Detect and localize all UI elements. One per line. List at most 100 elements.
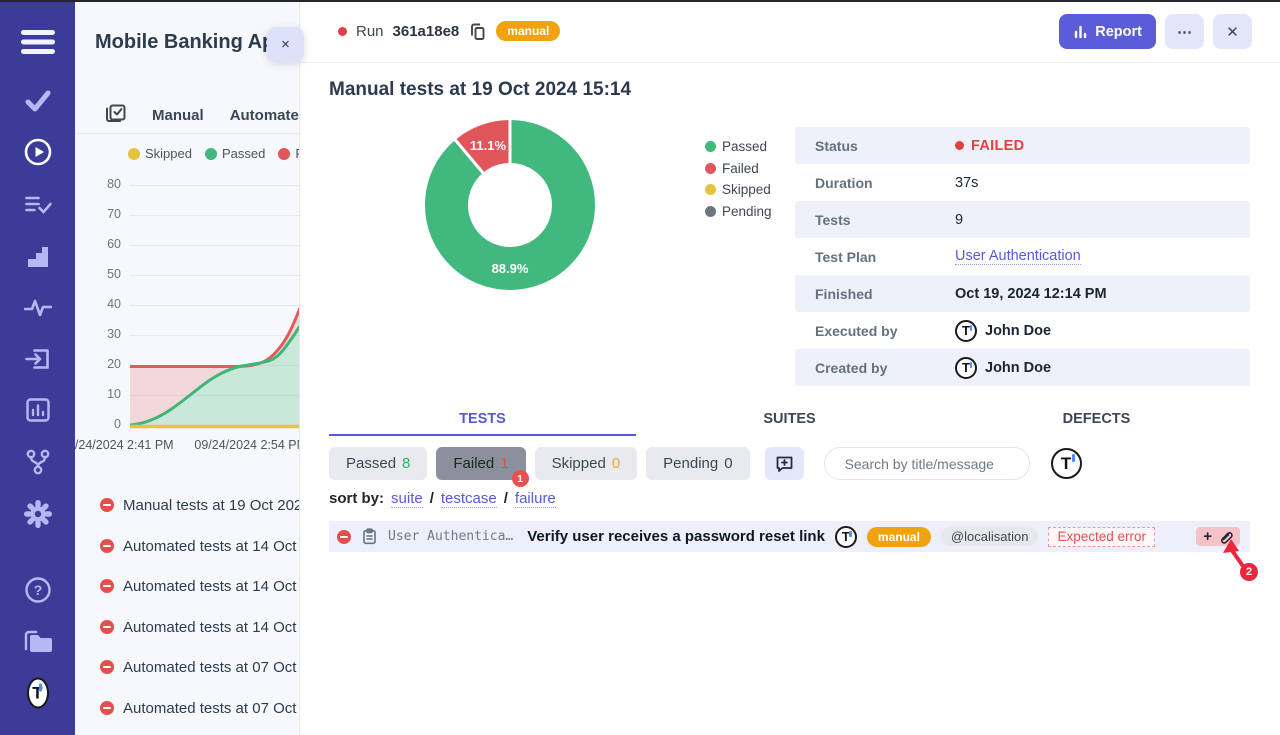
table-row: Finished Oct 19, 2024 12:14 PM	[795, 275, 1250, 312]
tab-manual[interactable]: Manual	[152, 107, 204, 124]
tab-tests[interactable]: TESTS	[329, 404, 636, 436]
failed-dot	[705, 163, 716, 174]
legend-failed: Failed	[722, 161, 759, 176]
sort-bar: sort by: suite/ testcase/ failure	[329, 490, 556, 508]
test-plan-link[interactable]: User Authentication	[955, 248, 1081, 265]
run-list-item[interactable]: Automated tests at 14 Oct 2024	[75, 574, 300, 598]
results-tabs: TESTS SUITES DEFECTS	[329, 404, 1250, 436]
failed-run-icon	[100, 579, 114, 593]
status-badge: FAILED	[971, 138, 1024, 154]
add-comment-button[interactable]	[765, 447, 804, 480]
search-input[interactable]	[845, 456, 1026, 472]
activity-icon[interactable]	[24, 297, 52, 319]
failed-percent-label: 11.1%	[470, 138, 507, 153]
failed-status-dot	[338, 27, 347, 36]
annotation-step-badge: 2	[1240, 563, 1258, 581]
table-row: Status FAILED	[795, 127, 1250, 164]
app-sidebar: ? T	[0, 0, 75, 735]
add-icon[interactable]: +	[1203, 529, 1212, 544]
copy-icon[interactable]	[468, 22, 487, 41]
x-axis-label-start: 09/24/2024 2:41 PM	[75, 438, 174, 452]
run-label: Run	[356, 23, 384, 40]
run-list-item[interactable]: Automated tests at 14 Oct 2024	[75, 534, 300, 558]
passed-dot	[205, 148, 217, 160]
user-avatar: T	[955, 320, 977, 342]
created-by-value: John Doe	[985, 360, 1051, 376]
sort-by-suite[interactable]: suite	[391, 490, 423, 508]
y-tick: 60	[75, 237, 121, 251]
skipped-dot	[705, 184, 716, 195]
y-tick: 10	[75, 387, 121, 401]
test-title[interactable]: Verify user receives a password reset li…	[527, 528, 825, 545]
projects-icon[interactable]	[23, 629, 53, 655]
milestones-icon[interactable]	[25, 244, 51, 270]
failed-count-badge: 1	[512, 470, 529, 487]
select-runs-icon[interactable]	[105, 102, 126, 128]
test-tag[interactable]: @localisation	[941, 527, 1039, 546]
run-type-badge: manual	[496, 21, 560, 41]
close-run-button[interactable]: ✕	[1213, 14, 1252, 49]
legend-skipped: Skipped	[145, 146, 192, 161]
failed-test-icon	[337, 530, 351, 544]
branches-icon[interactable]	[24, 449, 51, 476]
run-list-item[interactable]: Automated tests at 14 Oct 2024	[75, 615, 300, 639]
y-tick: 30	[75, 327, 121, 341]
table-row: Duration 37s	[795, 164, 1250, 201]
menu-icon[interactable]	[21, 29, 55, 55]
donut-legend: Passed Failed Skipped Pending	[705, 136, 772, 222]
filter-skipped[interactable]: Skipped0	[535, 447, 638, 480]
finished-value: Oct 19, 2024 12:14 PM	[955, 286, 1107, 302]
failed-run-icon	[100, 498, 114, 512]
failed-run-icon	[100, 701, 114, 715]
legend-skipped: Skipped	[722, 182, 771, 197]
failed-run-icon	[100, 620, 114, 634]
run-detail-view: Run 361a18e8 manual Report ⋯ ✕ Manual te…	[300, 0, 1280, 735]
sort-by-testcase[interactable]: testcase	[441, 490, 497, 508]
report-button[interactable]: Report	[1059, 14, 1156, 49]
suite-name[interactable]: User Authentica…	[388, 529, 513, 544]
table-row: Created by TJohn Doe	[795, 349, 1250, 386]
filter-pending[interactable]: Pending0	[646, 447, 749, 480]
test-result-row[interactable]: User Authentica… Verify user receives a …	[329, 521, 1250, 552]
run-list-item[interactable]: Automated tests at 07 Oct 2024	[75, 696, 300, 720]
settings-icon[interactable]	[24, 500, 52, 528]
clipboard-icon	[361, 528, 378, 545]
run-list-item[interactable]: Manual tests at 19 Oct 2024	[75, 493, 300, 517]
sort-by-failure[interactable]: failure	[515, 490, 556, 508]
import-icon[interactable]	[24, 346, 51, 373]
tab-defects[interactable]: DEFECTS	[943, 404, 1250, 436]
svg-text:?: ?	[33, 582, 42, 598]
x-axis-label-end: 09/24/2024 2:54 PM	[194, 438, 300, 452]
tab-automated[interactable]: Automated	[230, 107, 300, 124]
panel-close-button[interactable]: ×	[267, 27, 304, 62]
failed-run-icon	[100, 539, 114, 553]
tab-suites[interactable]: SUITES	[636, 404, 943, 436]
y-tick: 70	[75, 207, 121, 221]
checks-icon[interactable]	[24, 89, 52, 113]
comment-plus-icon	[775, 454, 794, 473]
legend-passed: Passed	[222, 146, 265, 161]
legend-failed: Failed	[295, 146, 300, 161]
play-circle-icon[interactable]	[24, 138, 52, 166]
filter-passed[interactable]: Passed8	[329, 447, 427, 480]
assignee-avatar-filter[interactable]: T	[1051, 448, 1082, 479]
project-panel: Mobile Banking App Manual Automated Skip…	[75, 0, 300, 735]
executed-by-value: John Doe	[985, 323, 1051, 339]
error-badge[interactable]: Expected error	[1048, 527, 1155, 547]
pending-dot	[705, 206, 716, 217]
status-filters: Passed8 Failed11 Skipped0 Pending0 T	[329, 447, 1082, 480]
more-button[interactable]: ⋯	[1165, 14, 1204, 49]
reports-icon[interactable]	[25, 397, 51, 423]
results-donut-chart: 11.1% 88.9%	[413, 110, 608, 305]
user-avatar[interactable]: T	[27, 678, 49, 709]
filter-failed[interactable]: Failed11	[436, 447, 525, 480]
failed-dot	[278, 148, 290, 160]
trend-area-chart	[130, 182, 300, 429]
test-plans-icon[interactable]	[24, 193, 51, 217]
close-icon: ✕	[1226, 23, 1239, 41]
help-icon[interactable]: ?	[24, 576, 52, 604]
run-list-item[interactable]: Automated tests at 07 Oct 2024	[75, 655, 300, 679]
table-row: Executed by TJohn Doe	[795, 312, 1250, 349]
assignee-avatar: T	[835, 526, 857, 548]
run-details-table: Status FAILED Duration 37s Tests 9 Test …	[795, 127, 1250, 386]
